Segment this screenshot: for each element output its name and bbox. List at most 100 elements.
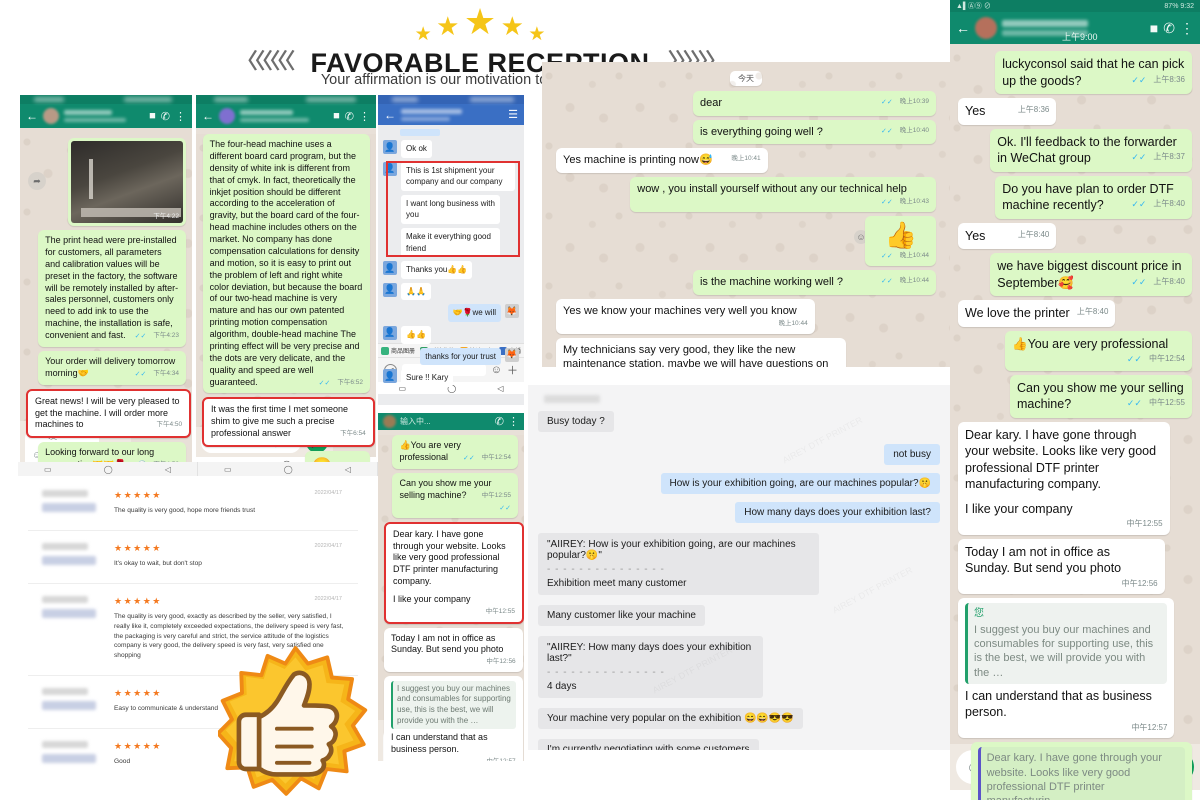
message-bubble[interactable]: dear 晚上10:39 ✓✓ [692,91,936,116]
read-receipt-icon: ✓✓ [1126,398,1142,409]
message-row[interactable]: 👤 Ok ok [383,140,519,158]
divider: - - - - - - - - - - - - - - - [547,564,665,575]
menu-icon[interactable]: ⋮ [508,415,519,428]
nav-home-icon[interactable]: ◯ [284,465,293,474]
message-bubble[interactable]: Yes we know your machines very well you … [556,298,815,334]
message-bubble[interactable]: Yes 上午8:36 [958,98,1057,125]
message-bubble[interactable]: 下午4:22 [68,138,186,226]
message-bubble[interactable]: wow , you install yourself without any o… [630,176,936,213]
message-bubble[interactable]: I'm currently negotiating with some cust… [538,739,759,750]
message-bubble[interactable]: Today I am not in office as Sunday. But … [958,538,1165,595]
contact-name [240,110,328,122]
message-bubble-highlighted[interactable]: Dear kary. I have gone through your webs… [384,521,524,624]
message-text: My technicians say very good, they like … [563,343,829,367]
message-bubble[interactable]: luckyconsol said that he can pick up the… [995,51,1192,94]
message-bubble[interactable]: Dear kary. I have gone through your webs… [958,421,1170,535]
clock: 9:32 [1180,2,1194,10]
battery-level: 87% [1164,2,1179,10]
message-text: 4 days [547,681,577,692]
message-bubble-highlighted[interactable]: Great news! I will be very pleased to ge… [26,388,192,439]
message-bubble[interactable]: 👍You are very professional 中午12:54 ✓✓ [1005,330,1192,371]
message-row[interactable]: 🦊 thanks for your trust [383,347,519,366]
message-time: 下午4:22 [153,213,179,221]
review-row[interactable]: 2022/04/17 ★★★★★ It's okay to wait, but … [28,531,358,584]
message-row[interactable]: Make it everything good friend [383,227,519,258]
message-bubble[interactable]: Today I am not in office as Sunday. But … [384,627,523,672]
message-bubble[interactable]: we have biggest discount price in Septem… [990,253,1192,296]
message-bubble[interactable]: I suggest you buy our machines and consu… [384,675,523,761]
message-row[interactable]: 👤 Thanks you👍👍 [383,261,519,279]
message-bubble[interactable]: Yes machine is printing now😅 晚上10:41 [556,148,768,173]
review-date: 2022/04/17 [314,595,342,602]
message-text: Can you show me your selling machine? [399,477,492,500]
message-bubble[interactable]: Your order will delivery tomorrow mornin… [38,350,186,385]
message-bubble[interactable]: is everything going well ? 晚上10:40 ✓✓ [692,119,936,145]
screenshot-root: ★ ★ ★ ★ ★ 〈〈〈〈〈〈 FAVORABLE RECEPTION 〉〉〉… [0,0,1200,800]
message-bubble[interactable]: Busy today ? [538,411,614,432]
message-bubble[interactable]: The print head were pre-installed for cu… [38,230,186,347]
message-bubble[interactable]: Yes 上午8:40 [958,222,1057,249]
nav-back-icon[interactable]: ◁ [165,465,171,474]
back-icon[interactable]: ← [26,110,38,122]
back-icon[interactable]: ← [956,21,970,35]
avatar: 👤 [383,161,397,176]
message-bubble-highlighted[interactable]: It was the first time I met someone shim… [202,397,375,447]
message-time: 中午12:56 [1121,578,1158,588]
message-bubble[interactable]: Your machine very popular on the exhibit… [538,708,803,729]
message-bubble[interactable]: Looking forward to our long cooperation🤝… [38,442,186,463]
message-row[interactable]: 👤 👍👍 [383,325,519,344]
message-bubble[interactable]: Many customer like your machine [538,605,705,626]
nav-recents-icon[interactable]: ▭ [44,465,52,474]
message-bubble[interactable]: My technicians say very good, they like … [556,337,847,367]
message-bubble[interactable]: not busy [884,444,940,465]
nav-back-icon[interactable]: ◁ [345,465,351,474]
rating-stars: ★★★★★ [114,542,162,553]
message-row[interactable]: 👤 This is 1st shipment your company and … [383,161,519,191]
avatar [383,415,396,428]
message-row[interactable]: 👤 🙏🙏 [383,282,519,301]
message-bubble[interactable]: "AIIREY: How is your exhibition going, a… [538,533,820,595]
message-bubble[interactable]: How is your exhibition going, are our ma… [660,473,940,494]
menu-icon[interactable]: ⋮ [359,110,370,123]
message-bubble[interactable]: "AIIREY: How many days does your exhibit… [538,636,764,698]
message-row[interactable]: 👤 Sure !! Kary [383,369,519,387]
message-bubble[interactable]: We love the printer 上午8:40 [958,300,1116,327]
message-row[interactable]: 🦊 🤝🌹we will [383,304,519,322]
video-call-icon[interactable]: ■ [149,110,156,122]
read-receipt-icon: ✓✓ [880,252,893,260]
back-icon[interactable]: ← [202,110,214,122]
review-date: 2022/04/17 [314,490,342,496]
message-bubble[interactable]: Ok. I'll feedback to the forwarder in We… [990,128,1192,172]
voice-call-icon[interactable]: ✆ [1163,20,1175,37]
video-call-icon[interactable]: ■ [333,110,340,122]
message-bubble[interactable]: Can you show me your selling machine? 中午… [1009,374,1192,418]
menu-icon[interactable]: ☰ [508,108,518,121]
message-bubble[interactable]: Do you have plan to order DTF machine re… [995,175,1192,219]
panel-center-machine-printing: 今天 dear 晚上10:39 ✓✓ is everything going w… [542,62,950,367]
message-bubble[interactable]: Can you show me your selling machine? 中午… [392,472,518,518]
message-bubble[interactable]: The four-head machine uses a different b… [202,134,370,394]
message-bubble[interactable]: 👍You are very professional 中午12:54 ✓✓ [392,435,518,469]
message-bubble[interactable]: 👍 晚上10:44 ✓✓ [865,216,936,267]
voice-call-icon[interactable]: ✆ [345,110,354,123]
menu-icon[interactable]: ⋮ [175,110,186,123]
back-icon[interactable]: ← [384,109,396,121]
wc-messages: 👤 Ok ok 👤 This is 1st shipment your comp… [378,125,524,387]
video-call-icon[interactable]: ■ [1150,20,1158,36]
message-bubble[interactable]: 您 I suggest you buy our machines and con… [958,598,1175,739]
message-bubble[interactable]: How many days does your exhibition last? [735,502,940,523]
rating-stars: ★★★★★ [114,595,162,606]
message-row[interactable]: I want long business with you [383,194,519,224]
message-text: Thanks you👍👍 [401,261,473,279]
message-bubble[interactable]: is the machine working well ? 晚上10:44 ✓✓ [692,270,936,295]
nav-home-icon[interactable]: ◯ [104,465,113,474]
message-image[interactable]: 下午4:22 [71,141,183,223]
message-bubble[interactable]: Dear kary. I have gone through your webs… [970,742,1192,800]
voice-call-icon[interactable]: ✆ [161,110,170,123]
review-row[interactable]: 2022/04/17 ★★★★★ The quality is very goo… [28,478,358,531]
voice-call-icon[interactable]: ✆ [495,415,504,428]
menu-icon[interactable]: ⋮ [1180,20,1194,37]
wa1-statusbar [20,95,192,104]
message-text: Dear kary. I have gone through your webs… [393,528,506,587]
nav-recents-icon[interactable]: ▭ [224,465,232,474]
